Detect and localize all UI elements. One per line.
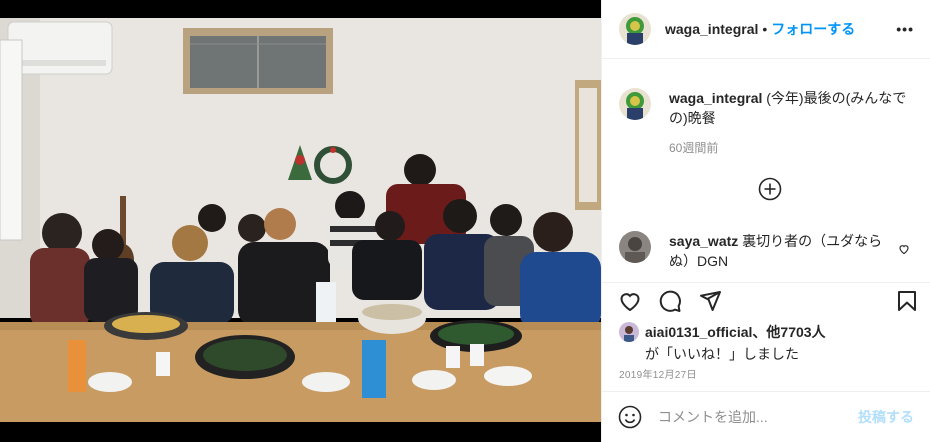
paper-plane-icon[interactable] bbox=[698, 289, 722, 313]
instagram-post: waga_integral • フォローする ••• waga_integral… bbox=[0, 0, 930, 442]
likes-suffix: が「いいね！」しました bbox=[645, 346, 799, 362]
comment-input[interactable] bbox=[658, 409, 848, 425]
liker-avatar[interactable] bbox=[619, 322, 639, 342]
caption-time-ago[interactable]: 60週間前 bbox=[669, 139, 718, 156]
smiley-icon[interactable] bbox=[618, 405, 642, 429]
likes-summary: aiai0131_official 、他7703人 が「いいね！」しました bbox=[619, 322, 914, 364]
comments-area: waga_integral (今年)最後の(みんなでの)晩餐 60週間前 say… bbox=[602, 60, 930, 283]
author-username[interactable]: waga_integral bbox=[665, 21, 758, 37]
comment-icon[interactable] bbox=[658, 289, 682, 313]
caption-author-avatar[interactable] bbox=[619, 88, 651, 120]
separator-dot: • bbox=[762, 21, 768, 37]
post-caption: waga_integral (今年)最後の(みんなでの)晩餐 bbox=[619, 88, 914, 128]
bookmark-icon[interactable] bbox=[895, 289, 919, 313]
heart-icon[interactable] bbox=[618, 289, 642, 313]
caption-username[interactable]: waga_integral bbox=[669, 90, 762, 106]
post-comment-button[interactable]: 投稿する bbox=[858, 407, 914, 427]
likes-count[interactable]: 、他7703人 bbox=[752, 322, 825, 342]
comment-item: saya_watz 裏切り者の（ユダならぬ）DGN bbox=[619, 231, 914, 271]
plus-circle-icon[interactable] bbox=[758, 177, 782, 201]
comment-like-heart-icon[interactable] bbox=[898, 243, 910, 255]
ellipsis-icon[interactable]: ••• bbox=[896, 21, 914, 37]
commenter-username[interactable]: saya_watz bbox=[669, 233, 738, 249]
follow-button[interactable]: フォローする bbox=[771, 19, 855, 39]
commenter-avatar[interactable] bbox=[619, 231, 651, 263]
group-dinner-photo bbox=[0, 0, 601, 442]
post-photo[interactable] bbox=[0, 0, 601, 442]
post-header: waga_integral • フォローする ••• bbox=[602, 0, 930, 59]
post-date[interactable]: 2019年12月27日 bbox=[619, 366, 697, 381]
author-avatar[interactable] bbox=[619, 13, 651, 45]
post-actions bbox=[602, 285, 930, 325]
liker-username[interactable]: aiai0131_official bbox=[645, 324, 752, 340]
post-side-panel: waga_integral • フォローする ••• waga_integral… bbox=[601, 0, 930, 442]
add-comment-bar: 投稿する bbox=[602, 391, 930, 442]
